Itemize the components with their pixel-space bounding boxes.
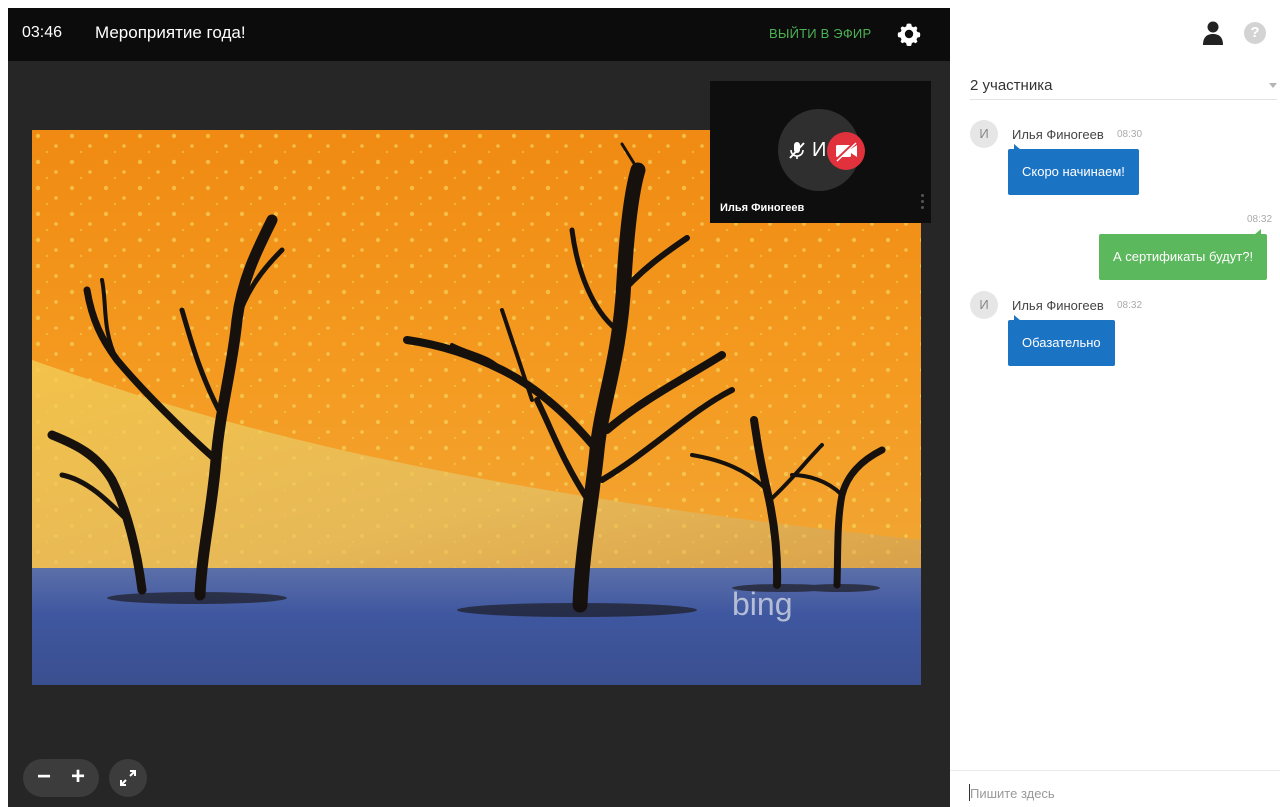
expand-icon [120,770,136,786]
mic-muted-icon[interactable] [786,139,808,161]
self-view-initial: И [812,139,827,161]
help-icon[interactable]: ? [1244,22,1266,44]
self-view-panel[interactable]: И Илья Финогеев [710,81,931,223]
zoom-control: − + [23,759,99,797]
fullscreen-button[interactable] [109,759,147,797]
message-bubble: Скоро начинаем! [1008,144,1139,195]
user-icon[interactable] [1202,20,1224,46]
bing-watermark: bing [732,586,793,622]
message-avatar: И [970,291,998,319]
message-avatar: И [970,120,998,148]
message-author: Илья Финогеев [1012,298,1104,313]
top-bar: 03:46 Мероприятие года! ВЫЙТИ В ЭФИР [8,8,950,61]
chat-input-area [950,770,1280,807]
zoom-in-button[interactable]: + [63,763,93,793]
participants-dropdown[interactable]: 2 участника [970,70,1277,100]
more-options-icon[interactable] [921,191,925,217]
message-bubble: Обазательно [1008,315,1115,366]
message-time: 08:32 [1247,214,1273,225]
message-time: 08:32 [1117,300,1143,311]
chat-sidebar: ? 2 участника И Илья Финогеев 08:30 Скор… [950,0,1280,807]
zoom-out-button[interactable]: − [29,763,59,793]
chat-message-input[interactable] [970,783,1270,803]
chevron-down-icon [1269,83,1277,88]
message-bubble-own: А сертификаты будут?! [1099,229,1268,280]
event-title: Мероприятие года! [95,23,246,42]
message-time: 08:30 [1117,129,1143,140]
broadcast-stage: 03:46 Мероприятие года! ВЫЙТИ В ЭФИР bin… [8,8,950,807]
camera-off-button[interactable] [827,132,865,170]
gear-icon[interactable] [897,22,921,46]
camera-off-icon [835,141,857,162]
self-view-name: Илья Финогеев [720,202,805,214]
participants-count: 2 участника [970,77,1053,94]
broadcast-timer: 03:46 [22,24,63,41]
go-live-button[interactable]: ВЫЙТИ В ЭФИР [769,26,871,41]
message-author: Илья Финогеев [1012,127,1104,142]
